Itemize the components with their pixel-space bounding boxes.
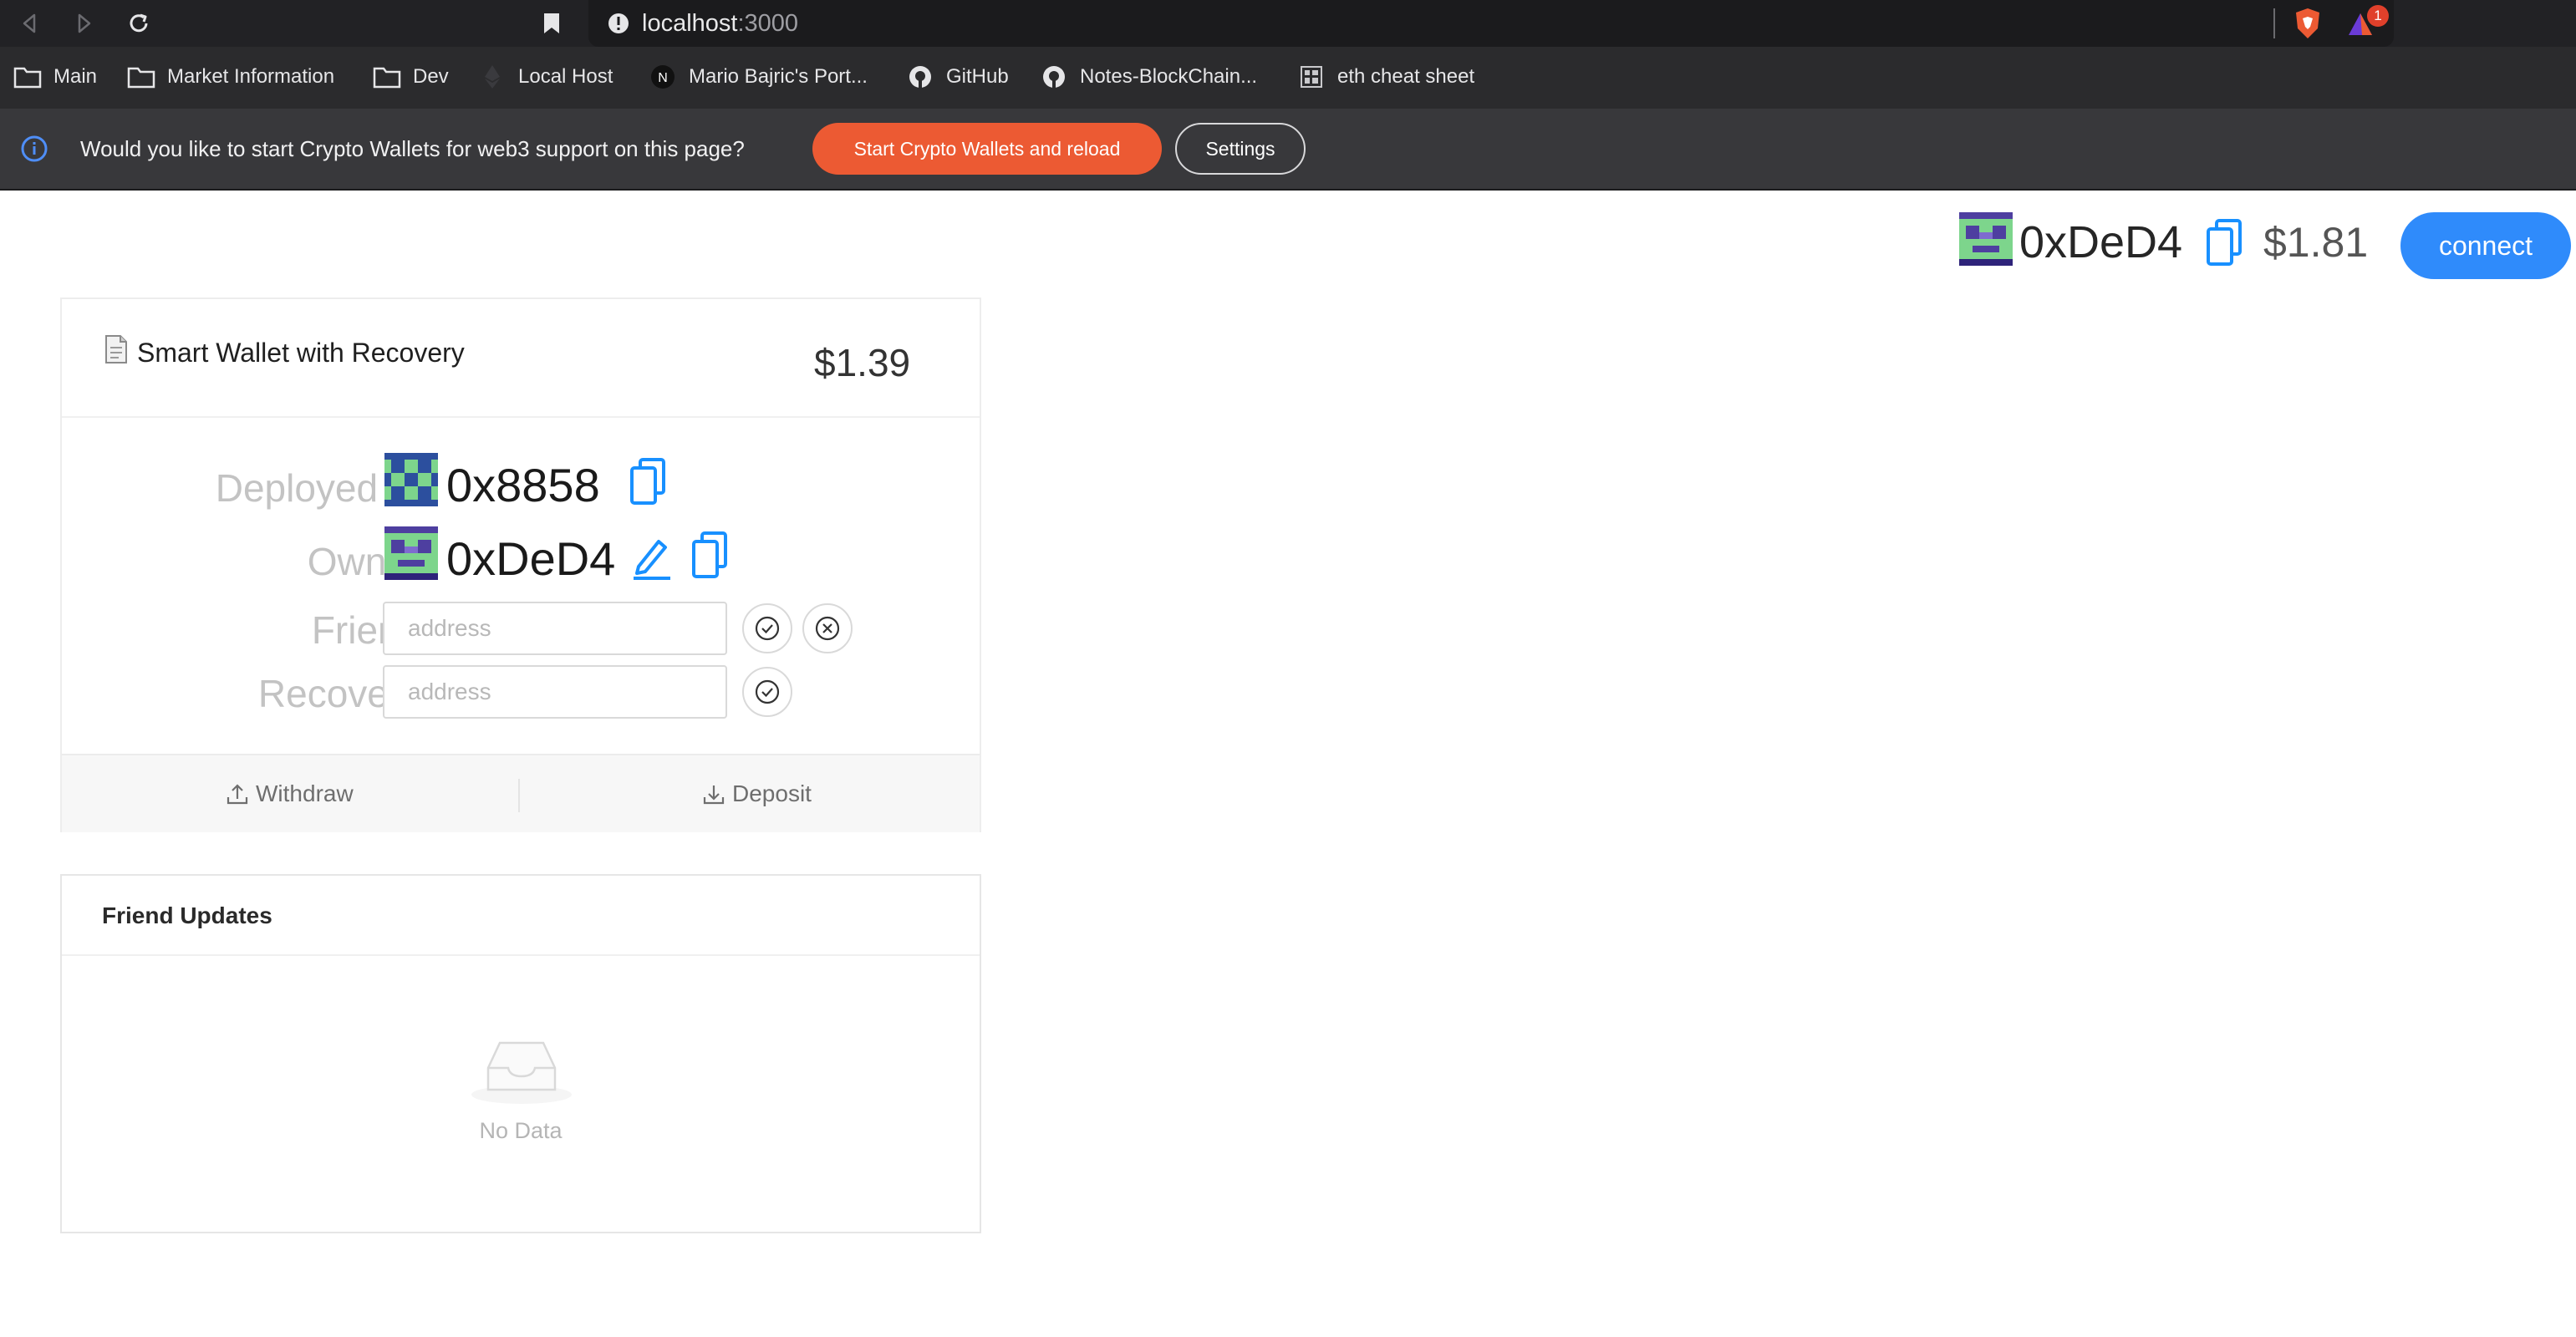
- document-icon: [104, 334, 129, 369]
- recovery-label: Recovery:: [257, 672, 431, 715]
- bookmark-dev[interactable]: Dev: [373, 62, 449, 92]
- notification-badge: 1: [2367, 5, 2389, 27]
- actions-divider: [518, 779, 520, 812]
- friend-updates-header: Friend Updates: [62, 876, 980, 956]
- github-icon: [1040, 63, 1068, 91]
- bookmark-label: Mario Bajric's Port...: [689, 65, 868, 88]
- friend-address-input[interactable]: [383, 602, 727, 655]
- friend-updates-card: Friend Updates No Data: [60, 874, 981, 1233]
- confirm-recovery-button[interactable]: [742, 667, 792, 717]
- svg-text:N: N: [658, 71, 668, 85]
- contract-avatar: [384, 453, 438, 511]
- confirm-friend-button[interactable]: [742, 603, 792, 653]
- bookmark-label: eth cheat sheet: [1337, 65, 1475, 88]
- bookmark-local-host[interactable]: Local Host: [478, 62, 613, 92]
- account-balance: $1.81: [2263, 219, 2369, 266]
- start-crypto-wallets-button[interactable]: Start Crypto Wallets and reload: [812, 123, 1162, 175]
- remove-friend-button[interactable]: [802, 603, 853, 653]
- friend-label: Friend:: [311, 608, 431, 652]
- ethereum-icon: [478, 63, 507, 91]
- bookmark-portfolio[interactable]: N Mario Bajric's Port...: [649, 62, 868, 92]
- wallet-card-actions: Withdraw Deposit: [62, 754, 980, 832]
- infobar-settings-button[interactable]: Settings: [1175, 123, 1306, 175]
- bookmark-label: Main: [53, 65, 98, 88]
- download-icon: [703, 785, 725, 805]
- bookmark-market-information[interactable]: Market Information: [127, 62, 334, 92]
- empty-inbox-icon: [470, 1035, 573, 1109]
- empty-state-text: No Data: [479, 1118, 563, 1143]
- edit-icon[interactable]: [630, 535, 674, 584]
- url-host: localhost: [642, 10, 738, 37]
- browser-chrome: localhost:3000 1 Main Market Information…: [0, 0, 2576, 191]
- close-circle-icon: [815, 616, 840, 641]
- bookmark-label: GitHub: [946, 65, 1009, 88]
- bookmark-notes-blockchain[interactable]: Notes-BlockChain...: [1040, 62, 1257, 92]
- bookmark-label: Notes-BlockChain...: [1080, 65, 1258, 88]
- bookmark-eth-cheat-sheet[interactable]: eth cheat sheet: [1297, 62, 1474, 92]
- url-text: localhost:3000: [642, 8, 798, 38]
- deployed-to-label: Deployed to:: [215, 466, 431, 510]
- copy-icon[interactable]: [2205, 219, 2243, 272]
- toolbar-divider: [2273, 8, 2275, 38]
- upload-icon: [227, 784, 248, 805]
- url-port: :3000: [737, 10, 799, 37]
- folder-icon: [127, 63, 155, 91]
- withdraw-label: Withdraw: [256, 780, 354, 806]
- connect-button[interactable]: connect: [2400, 212, 2571, 279]
- bookmark-label: Dev: [413, 65, 449, 88]
- copy-icon[interactable]: [690, 531, 729, 584]
- deposit-button[interactable]: Deposit: [702, 775, 812, 812]
- folder-icon: [373, 63, 401, 91]
- owner-avatar: [384, 526, 438, 584]
- bookmark-github[interactable]: GitHub: [906, 62, 1009, 92]
- info-icon: [20, 135, 48, 167]
- bookmark-label: Market Information: [167, 65, 335, 88]
- sheet-icon: [1297, 63, 1326, 91]
- owner-label: Owner:: [307, 540, 431, 583]
- forward-icon[interactable]: [67, 7, 100, 40]
- deposit-label: Deposit: [732, 780, 812, 806]
- bookmark-main[interactable]: Main: [13, 62, 97, 92]
- notion-icon: N: [649, 63, 677, 91]
- wallet-balance: $1.39: [814, 341, 911, 384]
- site-info-icon[interactable]: [607, 12, 630, 39]
- bookmark-icon[interactable]: [535, 7, 568, 40]
- github-icon: [906, 63, 934, 91]
- account-avatar: [1959, 212, 2013, 270]
- back-icon[interactable]: [13, 7, 47, 40]
- bookmark-label: Local Host: [518, 65, 613, 88]
- wallet-card-header: Smart Wallet with Recovery $1.39: [62, 299, 980, 418]
- check-circle-icon: [755, 616, 780, 641]
- owner-address: 0xDeD4: [446, 532, 616, 585]
- check-circle-icon: [755, 679, 780, 704]
- friend-updates-title: Friend Updates: [102, 902, 272, 928]
- wallet-title: Smart Wallet with Recovery: [137, 338, 465, 368]
- infobar-message: Would you like to start Crypto Wallets f…: [80, 136, 745, 161]
- recovery-address-input[interactable]: [383, 665, 727, 719]
- smart-wallet-card: Smart Wallet with Recovery $1.39 Deploye…: [60, 297, 981, 832]
- address-bar[interactable]: [588, 0, 2394, 47]
- folder-icon: [13, 63, 42, 91]
- copy-icon[interactable]: [629, 458, 667, 511]
- withdraw-button[interactable]: Withdraw: [226, 775, 354, 812]
- account-address: 0xDeD4: [2019, 217, 2183, 267]
- reload-icon[interactable]: [122, 7, 155, 40]
- deployed-address: 0x8858: [446, 459, 600, 511]
- brave-shields-icon[interactable]: [2293, 7, 2322, 44]
